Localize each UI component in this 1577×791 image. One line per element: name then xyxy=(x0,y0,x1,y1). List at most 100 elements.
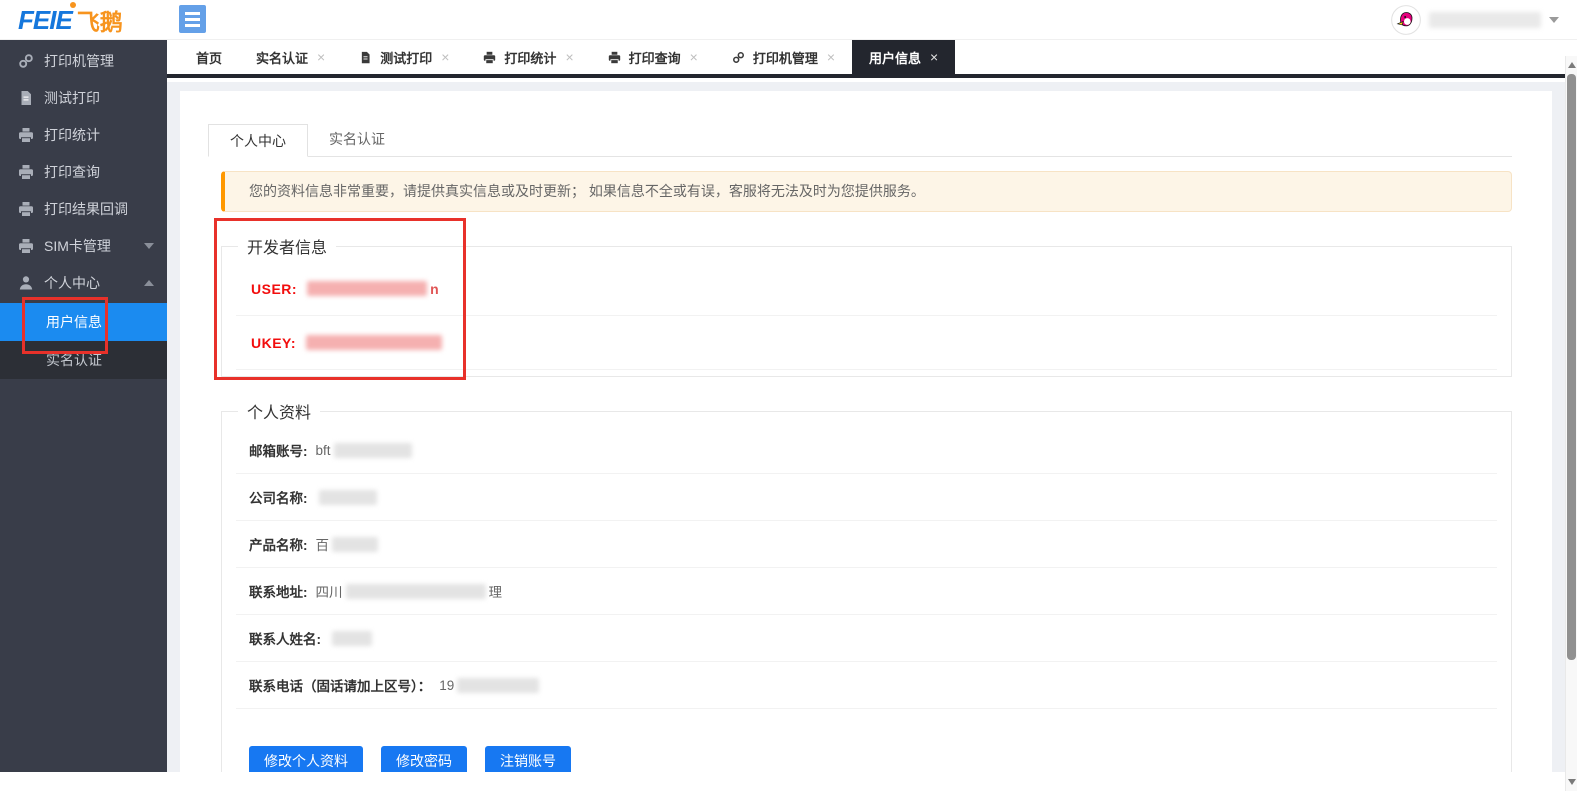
close-icon[interactable]: × xyxy=(690,49,698,65)
sidebar-item-label: 打印结果回调 xyxy=(44,199,128,219)
printer-icon xyxy=(18,126,35,143)
field-label: 联系地址: xyxy=(249,581,308,601)
close-icon[interactable]: × xyxy=(565,49,573,65)
sidebar-subitem-label: 实名认证 xyxy=(46,350,102,370)
scroll-up-icon[interactable] xyxy=(1568,62,1576,68)
profile-row-product: 产品名称: 百 xyxy=(236,521,1497,568)
redacted-value xyxy=(346,584,486,599)
hamburger-icon[interactable] xyxy=(179,5,206,33)
avatar[interactable] xyxy=(1391,5,1421,35)
logo-text-cn: 飞鹅 xyxy=(77,3,123,37)
printer-icon xyxy=(18,200,35,217)
app-window: FEIE 飞鹅 打印机管理 测试打印 打 xyxy=(0,0,1577,791)
value-suffix: 理 xyxy=(489,581,503,601)
user-icon xyxy=(18,274,35,291)
chevron-down-icon xyxy=(144,243,154,249)
field-label: 联系人姓名: xyxy=(249,628,321,648)
value-prefix: bft xyxy=(316,443,331,458)
tab-label: 打印统计 xyxy=(504,48,556,67)
profile-row-address: 联系地址: 四川 理 xyxy=(236,568,1497,615)
sidebar-subitem-label: 用户信息 xyxy=(46,312,102,332)
tab-label: 首页 xyxy=(196,48,222,67)
content-tab-strip: 个人中心 实名认证 xyxy=(208,124,1512,157)
redacted-value xyxy=(332,537,378,552)
chevron-down-icon xyxy=(1549,17,1559,23)
printer-icon xyxy=(608,50,622,64)
tab-user-info[interactable]: 用户信息 × xyxy=(852,40,955,74)
value-prefix: 四川 xyxy=(316,581,343,601)
developer-user-row: USER: n xyxy=(236,262,1497,316)
developer-info-section: 开发者信息 USER: n UKEY: xyxy=(221,234,1512,377)
redacted-value xyxy=(457,678,539,693)
value-prefix: 19 xyxy=(439,678,454,693)
redacted-value xyxy=(319,490,377,505)
sidebar-item-printer-manage[interactable]: 打印机管理 xyxy=(0,42,167,79)
change-password-button[interactable]: 修改密码 xyxy=(381,746,467,772)
sidebar-item-sim-manage[interactable]: SIM卡管理 xyxy=(0,227,167,264)
scrollbar-thumb[interactable] xyxy=(1567,74,1576,660)
sidebar-subitem-realname-auth[interactable]: 实名认证 xyxy=(0,341,167,379)
printer-icon xyxy=(483,50,497,64)
tab-print-stats[interactable]: 打印统计 × xyxy=(466,40,590,74)
edit-profile-button[interactable]: 修改个人资料 xyxy=(249,746,363,772)
tab-printer-manage[interactable]: 打印机管理 × xyxy=(715,40,852,74)
logo-dot-icon xyxy=(70,2,76,8)
close-icon[interactable]: × xyxy=(930,49,938,65)
close-icon[interactable]: × xyxy=(317,49,325,65)
chevron-up-icon xyxy=(144,280,154,286)
content-tab-label: 实名认证 xyxy=(329,131,385,147)
profile-row-phone: 联系电话（固话请加上区号）： 19 xyxy=(236,662,1497,709)
tab-label: 打印查询 xyxy=(629,48,681,67)
profile-row-email: 邮箱账号: bft xyxy=(236,427,1497,474)
delete-account-button[interactable]: 注销账号 xyxy=(485,746,571,772)
field-label: 产品名称: xyxy=(249,534,308,554)
sidebar-item-print-callback[interactable]: 打印结果回调 xyxy=(0,190,167,227)
sidebar-item-personal-center[interactable]: 个人中心 xyxy=(0,264,167,301)
main-area: 个人中心 实名认证 您的资料信息非常重要，请提供真实信息或及时更新； 如果信息不… xyxy=(167,82,1565,772)
tab-home[interactable]: 首页 xyxy=(179,40,239,74)
chain-icon xyxy=(18,52,35,69)
logo-text-en: FEIE xyxy=(18,5,72,36)
sidebar-item-label: 测试打印 xyxy=(44,88,100,108)
user-menu[interactable] xyxy=(1391,0,1559,40)
redacted-value xyxy=(306,335,442,350)
feie-logo: FEIE 飞鹅 xyxy=(18,4,123,36)
warning-alert: 您的资料信息非常重要，请提供真实信息或及时更新； 如果信息不全或有误，客服将无法… xyxy=(221,171,1512,212)
tab-label: 用户信息 xyxy=(869,48,921,67)
sidebar-item-test-print[interactable]: 测试打印 xyxy=(0,79,167,116)
bottom-strip xyxy=(0,772,1565,791)
tab-realname-auth[interactable]: 实名认证 × xyxy=(239,40,342,74)
tab-print-query[interactable]: 打印查询 × xyxy=(591,40,715,74)
redacted-value xyxy=(332,631,372,646)
sidebar-item-label: 打印查询 xyxy=(44,162,100,182)
content-tab-personal-center[interactable]: 个人中心 xyxy=(208,124,308,157)
sidebar-item-print-query[interactable]: 打印查询 xyxy=(0,153,167,190)
close-icon[interactable]: × xyxy=(441,49,449,65)
value-suffix: n xyxy=(430,281,439,297)
content-card: 个人中心 实名认证 您的资料信息非常重要，请提供真实信息或及时更新； 如果信息不… xyxy=(180,91,1552,772)
printer-icon xyxy=(18,163,35,180)
field-label: 公司名称: xyxy=(249,487,308,507)
tab-label: 测试打印 xyxy=(380,48,432,67)
sidebar-item-label: 打印机管理 xyxy=(44,51,114,71)
sidebar-subitem-user-info[interactable]: 用户信息 xyxy=(0,303,167,341)
action-buttons: 修改个人资料 修改密码 注销账号 xyxy=(249,746,1511,772)
redacted-value xyxy=(334,443,412,458)
sidebar-item-print-stats[interactable]: 打印统计 xyxy=(0,116,167,153)
content-tab-label: 个人中心 xyxy=(230,133,286,149)
field-label: 联系电话（固话请加上区号）： xyxy=(249,675,431,695)
content-tab-realname-auth[interactable]: 实名认证 xyxy=(308,123,406,156)
personal-center-submenu: 用户信息 实名认证 xyxy=(0,303,167,379)
profile-row-company: 公司名称: xyxy=(236,474,1497,521)
developer-ukey-row: UKEY: xyxy=(236,316,1497,370)
scroll-down-icon[interactable] xyxy=(1568,779,1576,785)
printer-icon xyxy=(18,237,35,254)
ukey-label: UKEY: xyxy=(251,335,296,351)
section-title: 个人资料 xyxy=(238,399,320,423)
scrollbar[interactable] xyxy=(1565,56,1577,791)
tab-test-print[interactable]: 测试打印 × xyxy=(342,40,466,74)
close-icon[interactable]: × xyxy=(827,49,835,65)
sidebar-item-label: SIM卡管理 xyxy=(44,236,111,256)
tab-label: 打印机管理 xyxy=(753,48,818,67)
username-redacted xyxy=(1429,12,1541,28)
